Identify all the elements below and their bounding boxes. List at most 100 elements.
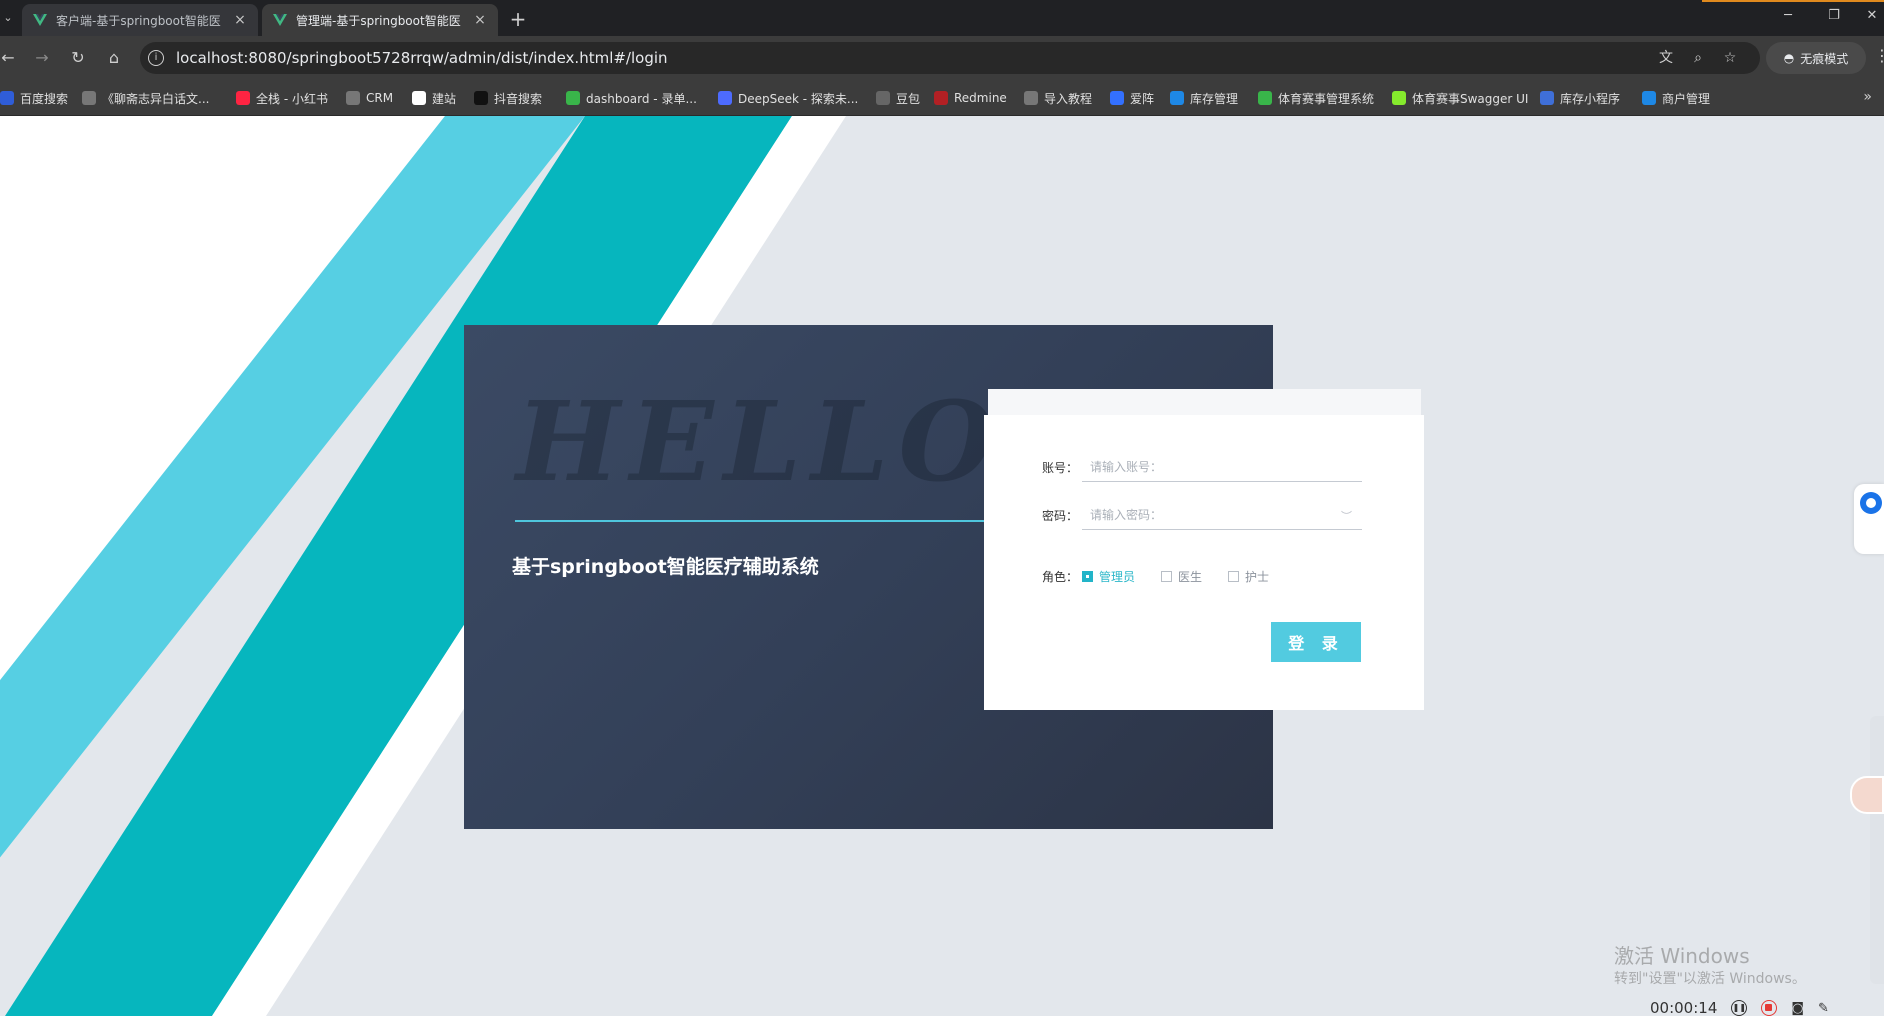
bookmark-label: 豆包 [896, 91, 921, 106]
forward-arrow-icon[interactable]: → [30, 46, 54, 70]
bookmark-item[interactable]: 库存管理 [1170, 89, 1238, 107]
camera-icon[interactable]: ◙ [1791, 1001, 1804, 1016]
bookmark-favicon-icon [1540, 91, 1554, 105]
tab-title: 管理端-基于springboot智能医 [296, 13, 461, 28]
bookmarks-bar: » 百度搜索 《聊斋志异白话文... 全栈 - 小红书 CRM 建站 抖音搜索 dashbo… [0, 80, 1884, 116]
bookmark-favicon-icon [82, 91, 96, 105]
avatar[interactable] [1850, 776, 1884, 814]
role-nurse-checkbox[interactable]: 护士 [1228, 568, 1269, 585]
tab-title: 客户端-基于springboot智能医 [56, 13, 221, 28]
bookmark-star-icon[interactable]: ☆ [1720, 48, 1740, 68]
bookmark-label: 抖音搜索 [494, 91, 543, 106]
bookmark-item[interactable]: DeepSeek - 探索未... [718, 89, 858, 107]
bookmark-label: 商户管理 [1662, 91, 1711, 106]
role-label: 角色： [1042, 570, 1079, 584]
checkbox-unchecked-icon [1228, 571, 1240, 582]
account-input[interactable] [1082, 452, 1362, 482]
incognito-icon: ◓ [1783, 51, 1795, 65]
bookmark-label: DeepSeek - 探索未... [738, 91, 859, 106]
bookmark-label: 体育赛事Swagger UI [1412, 91, 1529, 106]
bookmark-item[interactable]: 《聊斋志异白话文... [82, 89, 209, 107]
password-input[interactable] [1082, 500, 1362, 530]
bookmark-item[interactable]: 全栈 - 小红书 [236, 89, 328, 107]
browser-tab-strip: ⌄ 客户端-基于springboot智能医 × 管理端-基于springboot… [0, 0, 1884, 36]
password-row: 密码： ︶ [1042, 500, 1362, 530]
bookmark-item[interactable]: 爱阵 [1110, 89, 1154, 107]
tab-close-icon[interactable]: × [232, 12, 248, 28]
tab-client[interactable]: 客户端-基于springboot智能医 × [22, 4, 258, 36]
password-eye-icon[interactable]: ︶ [1341, 508, 1352, 524]
back-arrow-icon[interactable]: ← [0, 46, 20, 70]
bookmark-label: 全栈 - 小红书 [256, 91, 328, 106]
bookmark-item[interactable]: dashboard - 录单... [566, 89, 697, 107]
bookmark-label: 百度搜索 [20, 91, 69, 106]
bookmark-item[interactable]: Redmine [934, 89, 1007, 107]
windows-activation-title: 激活 Windows [1614, 944, 1750, 968]
floating-assistant-widget[interactable] [1854, 484, 1884, 554]
restore-button[interactable]: ❐ [1814, 4, 1854, 28]
bookmark-item[interactable]: CRM [346, 89, 393, 107]
bookmark-item[interactable]: 商户管理 [1642, 89, 1710, 107]
windows-activation-subtitle: 转到"设置"以激活 Windows。 [1614, 971, 1806, 987]
minimize-button[interactable]: ─ [1768, 4, 1808, 28]
browser-toolbar: ← → ↻ ⌂ i localhost:8080/springboot5728r… [0, 36, 1884, 80]
reload-icon[interactable]: ↻ [66, 46, 90, 70]
bookmark-item[interactable]: 体育赛事Swagger UI [1392, 89, 1528, 107]
home-icon[interactable]: ⌂ [102, 46, 126, 70]
bookmark-label: 库存小程序 [1560, 91, 1621, 106]
bookmark-favicon-icon [474, 91, 488, 105]
bookmark-favicon-icon [1642, 91, 1656, 105]
window-accent-line [1702, 0, 1884, 2]
window-close-button[interactable]: ✕ [1852, 4, 1884, 28]
bookmark-favicon-icon [1170, 91, 1184, 105]
bookmark-item[interactable]: 豆包 [876, 89, 920, 107]
menu-kebab-icon[interactable]: ⋮ [1874, 46, 1884, 65]
vue-favicon-icon [33, 14, 47, 26]
bookmark-item[interactable]: 库存小程序 [1540, 89, 1620, 107]
role-selector: 角色： 管理员 医生 护士 [1042, 568, 1295, 585]
title-divider [515, 520, 1011, 522]
checkbox-unchecked-icon [1161, 571, 1173, 582]
bookmark-label: dashboard - 录单... [586, 91, 697, 106]
new-tab-button[interactable]: + [505, 6, 531, 32]
role-admin-label: 管理员 [1099, 570, 1136, 584]
bookmark-label: 体育赛事管理系统 [1278, 91, 1375, 106]
bookmark-item[interactable]: 体育赛事管理系统 [1258, 89, 1374, 107]
bookmarks-overflow-icon[interactable]: » [1863, 89, 1872, 105]
bookmark-favicon-icon [412, 91, 426, 105]
role-admin-checkbox[interactable]: 管理员 [1082, 568, 1135, 585]
screen-recorder-bar: 00:00:14 ❚❚ ◙ ✎ [1650, 999, 1884, 1016]
bookmark-item[interactable]: 导入教程 [1024, 89, 1092, 107]
bookmark-favicon-icon [0, 91, 14, 105]
bookmark-label: 建站 [432, 91, 457, 106]
address-bar[interactable]: i localhost:8080/springboot5728rrqw/admi… [140, 42, 1760, 74]
incognito-badge[interactable]: ◓ 无痕模式 [1766, 42, 1866, 74]
tab-admin[interactable]: 管理端-基于springboot智能医 × [262, 4, 498, 36]
bookmark-favicon-icon [566, 91, 580, 105]
bookmark-label: 库存管理 [1190, 91, 1239, 106]
tab-close-icon[interactable]: × [472, 12, 488, 28]
bookmark-label: CRM [366, 91, 394, 105]
hello-watermark: HELLO [516, 377, 1005, 506]
bookmark-favicon-icon [1024, 91, 1038, 105]
bookmark-favicon-icon [1110, 91, 1124, 105]
bookmark-favicon-icon [1258, 91, 1272, 105]
account-row: 账号： [1042, 452, 1362, 482]
tab-search-chevron-icon[interactable]: ⌄ [0, 7, 16, 29]
assistant-bubble-icon [1860, 492, 1882, 514]
pen-icon[interactable]: ✎ [1818, 1001, 1829, 1016]
side-toolbar[interactable] [1870, 716, 1884, 984]
translate-icon[interactable]: 文 [1656, 48, 1676, 68]
stop-record-icon[interactable] [1761, 1000, 1778, 1016]
pause-icon[interactable]: ❚❚ [1731, 1000, 1748, 1016]
bookmark-favicon-icon [346, 91, 360, 105]
role-doctor-checkbox[interactable]: 医生 [1161, 568, 1202, 585]
login-button[interactable]: 登 录 [1271, 622, 1361, 662]
url-text[interactable]: localhost:8080/springboot5728rrqw/admin/… [176, 49, 668, 67]
bookmark-label: 导入教程 [1044, 91, 1093, 106]
bookmark-item[interactable]: 百度搜索 [0, 89, 68, 107]
bookmark-item[interactable]: 建站 [412, 89, 456, 107]
zoom-icon[interactable]: ⌕ [1688, 48, 1708, 68]
bookmark-item[interactable]: 抖音搜索 [474, 89, 542, 107]
site-info-icon[interactable]: i [148, 50, 164, 66]
